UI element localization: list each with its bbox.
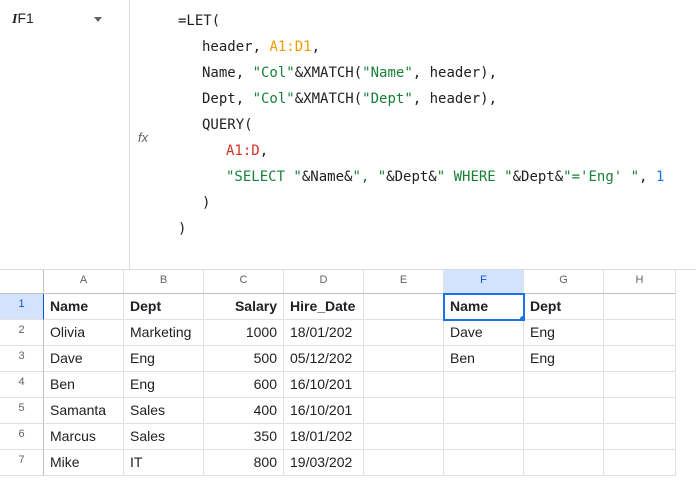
namebox-cell-ref: F1 (17, 10, 33, 26)
cell-G3[interactable]: Eng (524, 346, 604, 372)
cell-E5[interactable] (364, 398, 444, 424)
column-header-C[interactable]: C (204, 270, 284, 294)
row-header-7[interactable]: 7 (0, 450, 44, 476)
row-header-3[interactable]: 3 (0, 346, 44, 372)
cell-A1[interactable]: Name (44, 294, 124, 320)
formula-input[interactable]: =LET(header, A1:D1,Name, "Col"&XMATCH("N… (154, 8, 688, 242)
column-header-A[interactable]: A (44, 270, 124, 294)
formula-area[interactable]: fx =LET(header, A1:D1,Name, "Col"&XMATCH… (130, 0, 696, 269)
cell-D2[interactable]: 18/01/202 (284, 320, 364, 346)
cell-D1[interactable]: Hire_Date (284, 294, 364, 320)
name-box[interactable]: IF1 (8, 8, 106, 30)
cell-G5[interactable] (524, 398, 604, 424)
cell-B4[interactable]: Eng (124, 372, 204, 398)
cell-E3[interactable] (364, 346, 444, 372)
cell-A5[interactable]: Samanta (44, 398, 124, 424)
cell-H5[interactable] (604, 398, 676, 424)
cell-C1[interactable]: Salary (204, 294, 284, 320)
select-all-corner[interactable] (0, 270, 44, 294)
column-header-F[interactable]: F (444, 270, 524, 294)
cell-H2[interactable] (604, 320, 676, 346)
cell-H3[interactable] (604, 346, 676, 372)
cell-E4[interactable] (364, 372, 444, 398)
cell-H1[interactable] (604, 294, 676, 320)
cell-C2[interactable]: 1000 (204, 320, 284, 346)
cell-H4[interactable] (604, 372, 676, 398)
cell-G4[interactable] (524, 372, 604, 398)
cell-A7[interactable]: Mike (44, 450, 124, 476)
cell-E1[interactable] (364, 294, 444, 320)
cell-F3[interactable]: Ben (444, 346, 524, 372)
cell-F5[interactable] (444, 398, 524, 424)
row-header-4[interactable]: 4 (0, 372, 44, 398)
cell-D4[interactable]: 16/10/201 (284, 372, 364, 398)
cell-H7[interactable] (604, 450, 676, 476)
chevron-down-icon[interactable] (94, 17, 102, 22)
cell-G1[interactable]: Dept (524, 294, 604, 320)
fx-label: fx (138, 130, 148, 145)
cell-C3[interactable]: 500 (204, 346, 284, 372)
cell-C5[interactable]: 400 (204, 398, 284, 424)
cell-D3[interactable]: 05/12/202 (284, 346, 364, 372)
cell-A2[interactable]: Olivia (44, 320, 124, 346)
formula-bar-region: IF1 fx =LET(header, A1:D1,Name, "Col"&XM… (0, 0, 696, 270)
cell-G2[interactable]: Eng (524, 320, 604, 346)
cell-F2[interactable]: Dave (444, 320, 524, 346)
cell-C7[interactable]: 800 (204, 450, 284, 476)
cell-B5[interactable]: Sales (124, 398, 204, 424)
cell-B7[interactable]: IT (124, 450, 204, 476)
cell-E2[interactable] (364, 320, 444, 346)
column-header-H[interactable]: H (604, 270, 676, 294)
cell-F4[interactable] (444, 372, 524, 398)
cell-D5[interactable]: 16/10/201 (284, 398, 364, 424)
column-header-B[interactable]: B (124, 270, 204, 294)
cell-A6[interactable]: Marcus (44, 424, 124, 450)
cell-G6[interactable] (524, 424, 604, 450)
cell-H6[interactable] (604, 424, 676, 450)
cell-B6[interactable]: Sales (124, 424, 204, 450)
row-header-5[interactable]: 5 (0, 398, 44, 424)
cell-A4[interactable]: Ben (44, 372, 124, 398)
cell-F1[interactable]: Name (444, 294, 524, 320)
cell-D7[interactable]: 19/03/202 (284, 450, 364, 476)
cell-B2[interactable]: Marketing (124, 320, 204, 346)
cell-F6[interactable] (444, 424, 524, 450)
cell-D6[interactable]: 18/01/202 (284, 424, 364, 450)
column-header-G[interactable]: G (524, 270, 604, 294)
cell-C6[interactable]: 350 (204, 424, 284, 450)
cell-F7[interactable] (444, 450, 524, 476)
cell-B1[interactable]: Dept (124, 294, 204, 320)
cell-E6[interactable] (364, 424, 444, 450)
cell-E7[interactable] (364, 450, 444, 476)
cell-C4[interactable]: 600 (204, 372, 284, 398)
row-header-6[interactable]: 6 (0, 424, 44, 450)
cell-A3[interactable]: Dave (44, 346, 124, 372)
row-header-2[interactable]: 2 (0, 320, 44, 346)
cell-G7[interactable] (524, 450, 604, 476)
spreadsheet-grid[interactable]: ABCDEFGH1NameDeptSalaryHire_DateNameDept… (0, 270, 696, 476)
namebox-area: IF1 (0, 0, 130, 269)
column-header-E[interactable]: E (364, 270, 444, 294)
cell-B3[interactable]: Eng (124, 346, 204, 372)
row-header-1[interactable]: 1 (0, 294, 44, 320)
column-header-D[interactable]: D (284, 270, 364, 294)
